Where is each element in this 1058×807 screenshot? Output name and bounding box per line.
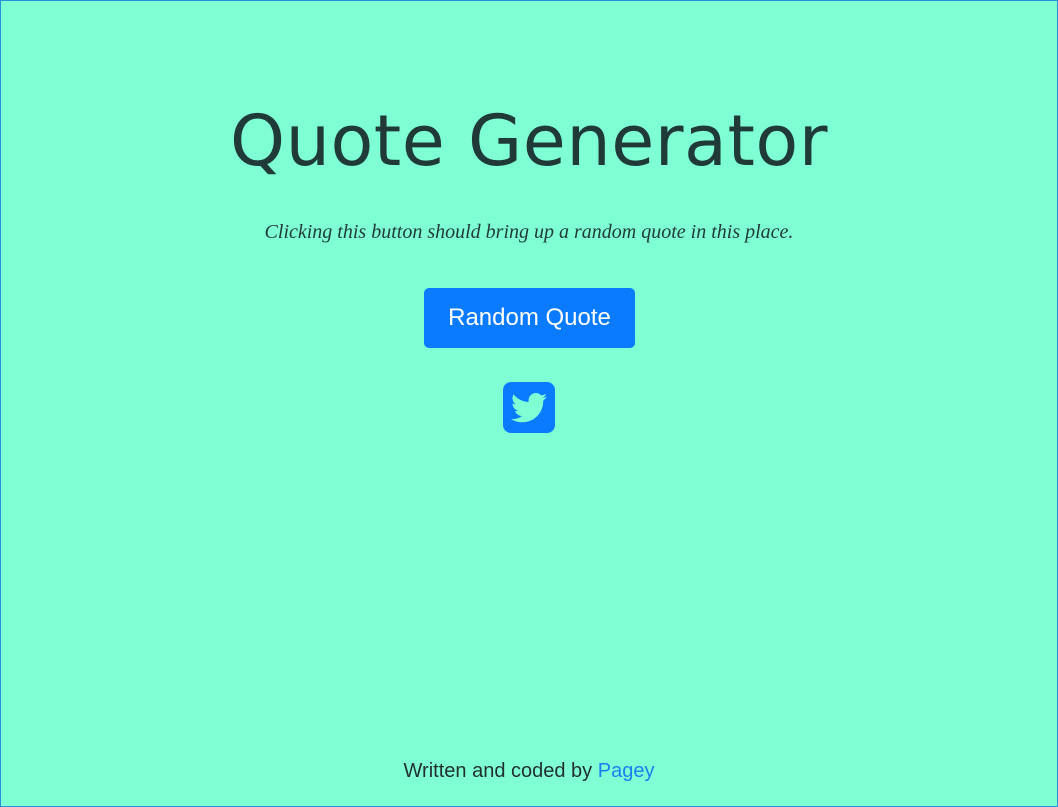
quote-text: Clicking this button should bring up a r… — [264, 221, 794, 243]
tweet-button[interactable] — [503, 382, 555, 433]
author-link[interactable]: Pagey — [598, 760, 655, 782]
twitter-icon — [511, 392, 547, 423]
random-quote-button[interactable]: Random Quote — [424, 288, 635, 348]
footer-text: Written and coded by — [403, 760, 598, 782]
page-title: Quote Generator — [229, 100, 829, 182]
footer: Written and coded by Pagey — [0, 760, 1058, 783]
